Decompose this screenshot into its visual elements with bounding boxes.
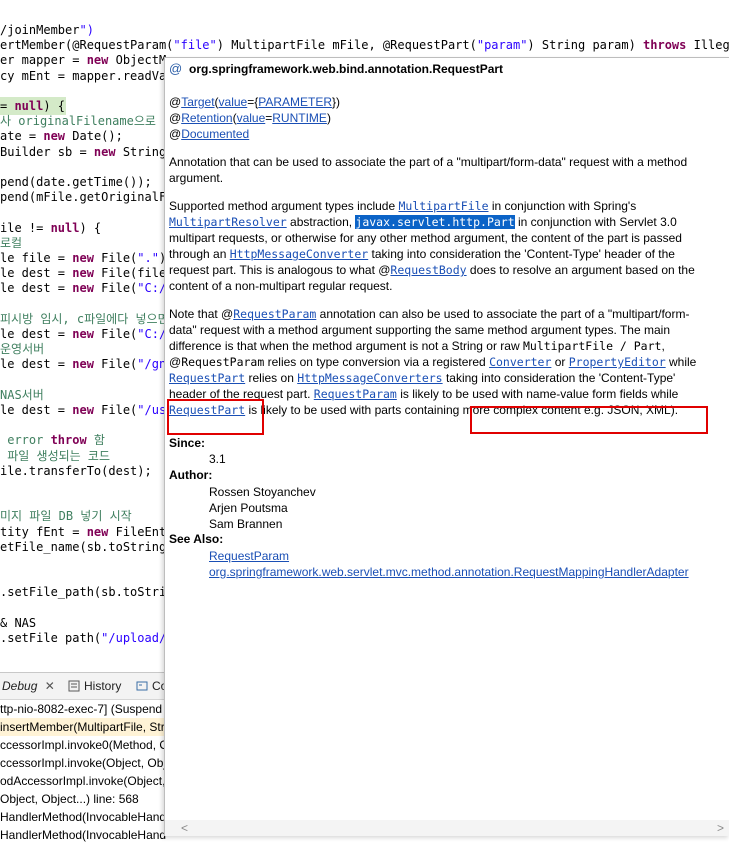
- highlight-box: [167, 399, 264, 435]
- console-icon: [136, 679, 148, 691]
- multipartfile-link[interactable]: MultipartFile: [398, 199, 488, 213]
- target-annotation-line: @Target(value={PARAMETER}): [169, 95, 341, 109]
- requestparam-link[interactable]: RequestParam: [233, 307, 316, 321]
- p3-line-3: difference is that when the method argum…: [169, 338, 665, 354]
- code-line: cy mEnt = mapper.readVal: [0, 68, 174, 83]
- code-line: .setFile path("/upload/": [0, 631, 174, 645]
- at-sign: @: [169, 127, 182, 141]
- text: in conjunction with Spring's: [488, 199, 637, 213]
- target-value-keyword-link[interactable]: value: [219, 95, 248, 109]
- popup-title: org.springframework.web.bind.annotation.…: [189, 62, 504, 76]
- p3-line-1: Note that @RequestParam annotation can a…: [169, 306, 689, 322]
- text: relies on: [245, 371, 298, 385]
- see-also-label: See Also:: [169, 532, 224, 546]
- selected-text[interactable]: javax.servlet.http.Part: [355, 215, 515, 229]
- text: Note that @: [169, 307, 234, 321]
- text: relies on type conversion via a register…: [264, 355, 490, 369]
- propertyeditor-link[interactable]: PropertyEditor: [569, 355, 666, 369]
- p2-line-1: Supported method argument types include …: [169, 198, 636, 214]
- annotation-icon: @: [169, 61, 183, 76]
- requestmappinghandleradapter-link[interactable]: org.springframework.web.servlet.mvc.meth…: [209, 565, 689, 579]
- text: taking into consideration the 'Content-T…: [442, 371, 676, 385]
- code-line: .setFile_path(sb.toStrin: [0, 585, 174, 600]
- runtime-link[interactable]: RUNTIME: [272, 111, 327, 125]
- text: while: [665, 355, 697, 369]
- at-sign: @: [169, 111, 182, 125]
- requestpart-link[interactable]: RequestPart: [169, 371, 245, 385]
- text: ,: [661, 339, 665, 353]
- p2-line-3: multipart requests, or otherwise for any…: [169, 231, 682, 245]
- p2-line-4: through an HttpMessageConverter taking i…: [169, 246, 675, 262]
- since-label: Since:: [169, 436, 206, 450]
- code-line: le dest = new File("/gns: [0, 357, 174, 372]
- tab-debug[interactable]: Debug ✕: [2, 677, 55, 695]
- p3-line-4: @RequestParam relies on type conversion …: [169, 354, 696, 370]
- since-value: 3.1: [209, 452, 226, 466]
- text: annotation can also be used to associate…: [316, 307, 690, 321]
- p2-line-6: content of a non-multipart regular reque…: [169, 279, 393, 293]
- text: or: [551, 355, 569, 369]
- httpmessageconverter-link[interactable]: HttpMessageConverter: [230, 247, 368, 261]
- at-sign: @: [169, 95, 182, 109]
- scroll-right-icon[interactable]: >: [717, 820, 724, 836]
- author-label: Author:: [169, 468, 213, 482]
- code-text: MultipartFile / Part: [522, 339, 662, 353]
- author-name: Arjen Poutsma: [209, 501, 288, 515]
- text: Supported method argument types include: [169, 199, 399, 213]
- highlight-box: [470, 406, 708, 434]
- author-name: Rossen Stoyanchev: [209, 485, 316, 499]
- httpmessageconverters-link[interactable]: HttpMessageConverters: [297, 371, 442, 385]
- code-line: ile.transferTo(dest);: [0, 463, 152, 478]
- text: abstraction,: [286, 215, 356, 229]
- retention-annotation-line: @Retention(value=RUNTIME): [169, 111, 331, 125]
- tab-history-label: History: [84, 679, 122, 693]
- p3-line-5: RequestPart relies on HttpMessageConvert…: [169, 370, 675, 386]
- horizontal-scrollbar[interactable]: < >: [165, 820, 729, 836]
- code-line: etFile_name(sb.toString(: [0, 539, 174, 554]
- code-line: le dest = new File("C:/U: [0, 281, 174, 296]
- text: through an: [169, 247, 230, 261]
- retention-link[interactable]: Retention: [181, 111, 232, 125]
- parameter-link[interactable]: PARAMETER: [258, 95, 332, 109]
- editor-top-margin: [0, 0, 729, 21]
- code-line: pend(mFile.getOriginalFi: [0, 190, 174, 205]
- tab-console[interactable]: Co: [136, 677, 167, 695]
- text: does to resolve an argument based on the: [466, 263, 695, 277]
- p2-line-5: request part. This is analogous to what …: [169, 262, 695, 278]
- see-also-link[interactable]: RequestParam: [209, 549, 289, 563]
- documented-annotation-line: @Documented: [169, 126, 249, 142]
- requestbody-link[interactable]: RequestBody: [390, 263, 466, 277]
- javadoc-hover-popup[interactable]: @ org.springframework.web.bind.annotatio…: [164, 57, 729, 836]
- p2-line-2: MultipartResolver abstraction, javax.ser…: [169, 214, 677, 230]
- text: @: [169, 355, 182, 369]
- requestparam-link[interactable]: RequestParam: [314, 387, 397, 401]
- tab-debug-label: Debug: [2, 679, 38, 693]
- text: is likely to be used with name-value for…: [396, 387, 679, 401]
- multipartresolver-link[interactable]: MultipartResolver: [169, 215, 287, 229]
- documented-link[interactable]: Documented: [181, 127, 249, 141]
- code-line: le dest = new File("/usr: [0, 403, 174, 417]
- close-icon[interactable]: ✕: [45, 679, 55, 693]
- converter-link[interactable]: Converter: [489, 355, 551, 369]
- text: difference is that when the method argum…: [169, 339, 523, 353]
- text: taking into consideration the 'Content-T…: [368, 247, 675, 261]
- author-name: Sam Brannen: [209, 517, 283, 531]
- text: in conjunction with Servlet 3.0: [514, 215, 677, 229]
- retention-value-keyword-link[interactable]: value: [237, 111, 266, 125]
- tab-history[interactable]: History: [68, 677, 121, 695]
- code-text: RequestParam: [181, 355, 265, 369]
- scroll-left-icon[interactable]: <: [181, 820, 188, 836]
- p3-line-2: data" request with a method argument sup…: [169, 323, 670, 337]
- requestparam-link[interactable]: RequestParam: [209, 549, 289, 563]
- text: request part. This is analogous to what …: [169, 263, 391, 277]
- history-icon: [68, 679, 80, 692]
- description-paragraph: Annotation that can be used to associate…: [169, 155, 688, 185]
- code-line: Builder sb = new StringB: [0, 144, 174, 159]
- popup-header: @ org.springframework.web.bind.annotatio…: [165, 58, 729, 82]
- target-link[interactable]: Target: [181, 95, 214, 109]
- see-also-link[interactable]: org.springframework.web.servlet.mvc.meth…: [209, 565, 689, 579]
